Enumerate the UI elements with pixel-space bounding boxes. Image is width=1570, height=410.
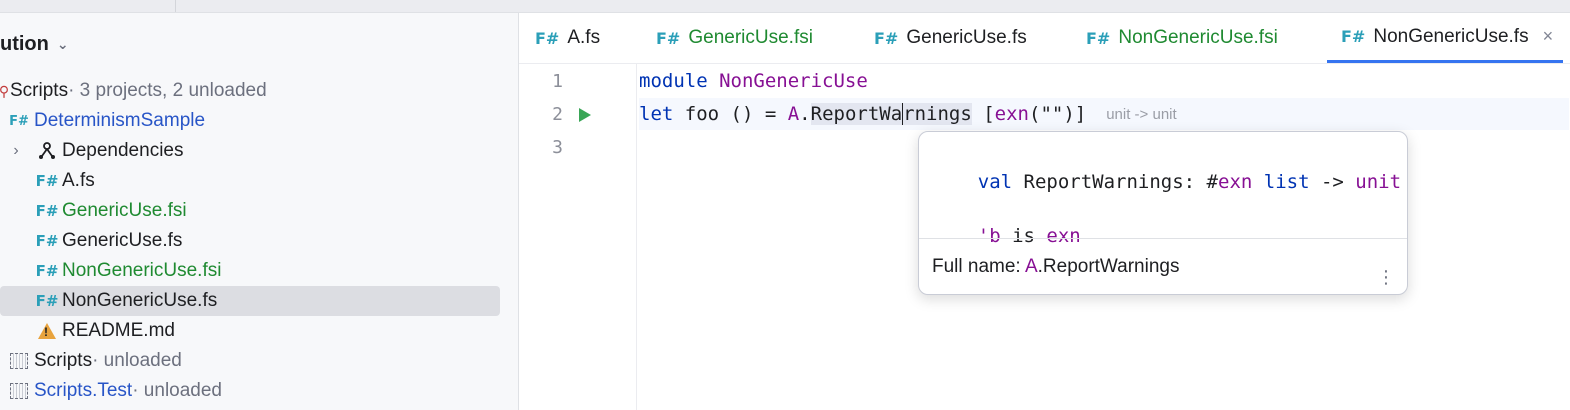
tree-item-dependencies[interactable]: › Dependencies bbox=[0, 136, 508, 166]
fsharp-file-icon: F# bbox=[35, 262, 59, 280]
title-bar-strip bbox=[0, 0, 1570, 13]
tree-item-nongenericuse-fsi[interactable]: F# NonGenericUse.fsi bbox=[0, 256, 536, 286]
chevron-right-icon[interactable]: › bbox=[8, 142, 24, 160]
fsharp-project-icon: F# bbox=[9, 113, 29, 129]
tree-item-genericuse-fs[interactable]: F# GenericUse.fs bbox=[0, 226, 536, 256]
tree-item-scripts-solution[interactable]: ⚲ Scripts · 3 projects, 2 unloaded bbox=[0, 76, 500, 106]
tree-item-nongenericuse-fs[interactable]: F# NonGenericUse.fs bbox=[0, 286, 500, 316]
editor-tab-bar: F# A.fs F# GenericUse.fsi F# GenericUse.… bbox=[519, 13, 1570, 64]
tree-item-a-fs[interactable]: F# A.fs bbox=[0, 166, 536, 196]
tab-genericuse-fs[interactable]: F# GenericUse.fs bbox=[874, 13, 1027, 63]
warning-icon: ! bbox=[36, 323, 58, 339]
solution-title-label: ution bbox=[0, 32, 49, 55]
fsharp-file-icon: F# bbox=[35, 292, 59, 310]
tree-item-genericuse-fsi[interactable]: F# GenericUse.fsi bbox=[0, 196, 536, 226]
divider bbox=[919, 238, 1407, 239]
fsharp-file-icon: F# bbox=[1341, 27, 1366, 46]
unloaded-project-icon bbox=[8, 383, 30, 399]
run-icon[interactable] bbox=[579, 108, 591, 122]
fsharp-file-icon: F# bbox=[535, 28, 560, 48]
tab-a-fs[interactable]: F# A.fs bbox=[535, 13, 600, 63]
highlighted-identifier[interactable]: ReportWarnings bbox=[810, 103, 972, 125]
fsharp-file-icon: F# bbox=[35, 232, 59, 250]
code-line-1[interactable]: module NonGenericUse bbox=[639, 65, 1569, 97]
fsharp-file-icon: F# bbox=[35, 202, 59, 220]
tree-item-scripts-test-unloaded[interactable]: Scripts.Test · unloaded bbox=[0, 376, 508, 406]
fsharp-file-icon: F# bbox=[656, 28, 681, 48]
tab-nongenericuse-fs[interactable]: F# NonGenericUse.fs × bbox=[1327, 13, 1564, 63]
solution-explorer: ution ⌄ ⚲ Scripts · 3 projects, 2 unload… bbox=[0, 13, 519, 410]
tree-item-determinismsample[interactable]: F# DeterminismSample bbox=[0, 106, 508, 136]
fsharp-file-icon: F# bbox=[1086, 28, 1111, 48]
dependencies-icon bbox=[36, 141, 58, 161]
inlay-type-hint: unit -> unit bbox=[1106, 105, 1177, 123]
tree-item-scripts-unloaded[interactable]: Scripts · unloaded bbox=[0, 346, 508, 376]
solution-panel-title[interactable]: ution ⌄ bbox=[0, 31, 69, 57]
unloaded-project-icon bbox=[8, 353, 30, 369]
more-options-icon[interactable]: ⋮ bbox=[1377, 267, 1395, 288]
solution-icon: ⚲ bbox=[0, 82, 10, 99]
close-icon[interactable]: × bbox=[1543, 26, 1554, 47]
fsharp-file-icon: F# bbox=[35, 172, 59, 190]
full-name-text: Full name: A.ReportWarnings bbox=[932, 256, 1180, 277]
editor-gutter: 1 2 3 bbox=[519, 64, 637, 410]
code-line-2[interactable]: let foo () = A. ReportWarnings [exn ("")] … bbox=[639, 98, 1569, 130]
tab-genericuse-fsi[interactable]: F# GenericUse.fsi bbox=[656, 13, 813, 63]
line-number: 1 bbox=[552, 71, 563, 92]
quick-documentation-popup: val ReportWarnings: #exn list -> unit 'b… bbox=[918, 131, 1408, 295]
tree-item-readme[interactable]: ! README.md bbox=[0, 316, 536, 346]
fsharp-file-icon: F# bbox=[874, 28, 899, 48]
line-number: 3 bbox=[552, 137, 563, 158]
tab-nongenericuse-fsi[interactable]: F# NonGenericUse.fsi bbox=[1086, 13, 1278, 63]
chevron-down-icon[interactable]: ⌄ bbox=[57, 36, 69, 53]
line-number: 2 bbox=[552, 104, 563, 125]
